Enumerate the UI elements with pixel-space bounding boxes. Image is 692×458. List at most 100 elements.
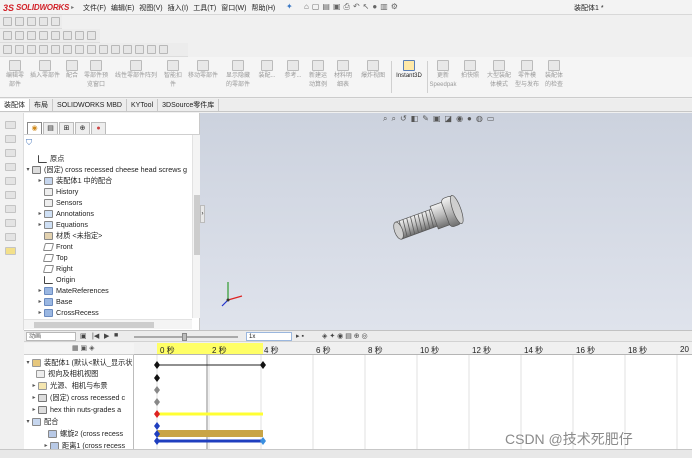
strip-icon[interactable] bbox=[5, 205, 16, 213]
open-icon[interactable]: ▤ bbox=[322, 2, 330, 12]
tree-item-top-plane[interactable]: Top bbox=[42, 252, 68, 263]
tree-item-material[interactable]: 材质 <未指定> bbox=[44, 230, 102, 241]
tree-item-origin-2[interactable]: Origin bbox=[44, 274, 75, 285]
toolbar-icon[interactable] bbox=[63, 31, 72, 40]
tree-item-matereferences[interactable]: ▸ MateReferences bbox=[36, 285, 108, 296]
menu-edit[interactable]: 编辑(E) bbox=[111, 3, 134, 13]
previous-view-icon[interactable]: ↺ bbox=[400, 114, 407, 124]
tree-vertical-scrollbar[interactable] bbox=[192, 135, 200, 318]
menu-help[interactable]: 帮助(H) bbox=[251, 3, 275, 13]
strip-icon[interactable] bbox=[5, 149, 16, 157]
edit-component-button[interactable]: 编辑零 部件 bbox=[3, 60, 27, 90]
time-ruler[interactable]: 0 秒 2 秒 4 秒 6 秒 8 秒 10 秒 12 秒 14 秒 16 秒 … bbox=[134, 343, 692, 355]
menu-view[interactable]: 视图(V) bbox=[139, 3, 162, 13]
zoom-area-icon[interactable]: ⌕ bbox=[391, 114, 395, 124]
tree-item-history[interactable]: History bbox=[44, 186, 78, 197]
tab-mbd[interactable]: SOLIDWORKS MBD bbox=[53, 99, 127, 111]
smart-fasteners-button[interactable]: 智能扣 件 bbox=[161, 60, 185, 90]
tab-layout[interactable]: 布局 bbox=[30, 99, 53, 111]
propertymanager-tab-icon[interactable]: ▤ bbox=[43, 122, 58, 134]
motion-item-nut[interactable]: ▸ hex thin nuts-grades a bbox=[30, 404, 121, 415]
tree-item-annotations[interactable]: ▸ Annotations bbox=[36, 208, 93, 219]
toolbar-icon[interactable] bbox=[111, 45, 120, 54]
toolbar-icon[interactable] bbox=[135, 45, 144, 54]
toolbar-icon[interactable] bbox=[15, 45, 24, 54]
section-view-icon[interactable]: ◧ bbox=[411, 114, 419, 124]
toolbar-icon[interactable] bbox=[63, 45, 72, 54]
tab-3dsource[interactable]: 3DSource零件库 bbox=[158, 99, 220, 111]
menu-tools[interactable]: 工具(T) bbox=[193, 3, 216, 13]
expand-icon[interactable]: ▾ bbox=[24, 418, 32, 425]
motion-item-mates[interactable]: ▾ 配合 bbox=[24, 416, 58, 427]
instant3d-button[interactable]: Instant3D bbox=[392, 60, 426, 81]
tree-item-mates[interactable]: ▸ 装配体1 中的配合 bbox=[36, 175, 112, 186]
motion-item-screw[interactable]: ▸ (固定) cross recessed c bbox=[30, 392, 125, 403]
toolbar-icon[interactable] bbox=[3, 31, 12, 40]
expand-icon[interactable]: ▸ bbox=[36, 298, 44, 305]
expand-icon[interactable]: ▸ bbox=[36, 210, 44, 217]
new-motion-study-button[interactable]: 新建运 动算例 bbox=[306, 60, 330, 90]
featuremanager-tab-icon[interactable]: ◉ bbox=[27, 122, 42, 134]
tree-item-equations[interactable]: ▸ Equations bbox=[36, 219, 87, 230]
expand-icon[interactable]: ▾ bbox=[24, 166, 32, 173]
view-settings-icon[interactable]: ▭ bbox=[487, 114, 495, 124]
filter-animated-icon[interactable]: ▦ ▣ ◈ bbox=[72, 344, 95, 352]
tab-kytool[interactable]: KYTool bbox=[127, 99, 159, 111]
toolbar-icon[interactable] bbox=[3, 45, 12, 54]
strip-icon[interactable] bbox=[5, 219, 16, 227]
stop-icon[interactable]: ■ bbox=[114, 332, 118, 339]
strip-icon[interactable] bbox=[5, 233, 16, 241]
tab-assembly[interactable]: 装配体 bbox=[0, 99, 30, 111]
configurationmanager-tab-icon[interactable]: ⊞ bbox=[59, 122, 74, 134]
toolbar-icon[interactable] bbox=[15, 17, 24, 26]
play-icon[interactable]: ▶ bbox=[104, 332, 109, 340]
toolbar-icon[interactable] bbox=[99, 45, 108, 54]
print-icon[interactable]: ⎙ bbox=[344, 2, 350, 12]
tree-item-right-plane[interactable]: Right bbox=[42, 263, 73, 274]
tree-item-sensors[interactable]: Sensors bbox=[44, 197, 82, 208]
expand-icon[interactable]: ▾ bbox=[24, 359, 32, 366]
linear-pattern-button[interactable]: 线性零部件阵列 bbox=[111, 60, 161, 81]
tree-horizontal-scrollbar[interactable] bbox=[24, 319, 192, 329]
filter-icon[interactable]: ⛉ bbox=[26, 138, 32, 148]
show-hidden-button[interactable]: 显示隐藏 的零部件 bbox=[221, 60, 255, 90]
display-manager-tab-icon[interactable]: ● bbox=[91, 122, 106, 134]
play-from-start-icon[interactable]: |◀ bbox=[92, 332, 99, 340]
calculate-icon[interactable]: ▣ bbox=[80, 332, 87, 340]
expand-icon[interactable]: ▸ bbox=[30, 406, 38, 413]
rebuild-icon[interactable]: ● bbox=[372, 2, 377, 12]
study-type-select[interactable]: 动画 bbox=[26, 332, 76, 341]
toolbar-icon[interactable] bbox=[27, 45, 36, 54]
motion-item-assembly[interactable]: ▾ 装配体1 (默认<默认_显示状 bbox=[24, 357, 132, 368]
view-orientation-icon[interactable]: ▣ bbox=[433, 114, 441, 124]
toolbar-icon[interactable] bbox=[147, 45, 156, 54]
dynamic-annotation-icon[interactable]: ✎ bbox=[422, 114, 429, 124]
part-model-publish-button[interactable]: 零件模 型与发布 bbox=[514, 60, 540, 90]
toolbar-icon[interactable] bbox=[39, 31, 48, 40]
preview-window-button[interactable]: 零部件预 览窗口 bbox=[81, 60, 111, 90]
toolbar-icon[interactable] bbox=[75, 45, 84, 54]
expand-icon[interactable]: ▸ bbox=[36, 287, 44, 294]
animation-wizard-icon[interactable]: ◈ ✦ ◉ ▤ ⊕ ◎ bbox=[322, 332, 368, 340]
toolbar-icon[interactable] bbox=[27, 31, 36, 40]
dimxpert-tab-icon[interactable]: ⊕ bbox=[75, 122, 90, 134]
strip-icon[interactable] bbox=[5, 247, 16, 255]
toolbar-icon[interactable] bbox=[123, 45, 132, 54]
strip-icon[interactable] bbox=[5, 191, 16, 199]
playback-speed-select[interactable]: 1x bbox=[246, 332, 292, 341]
motion-item-screw-mate[interactable]: 螺旋2 (cross recess bbox=[48, 428, 123, 439]
display-style-icon[interactable]: ◪ bbox=[445, 114, 453, 124]
expand-icon[interactable]: ▸ bbox=[30, 394, 38, 401]
assembly-check-button[interactable]: 装配体 的检查 bbox=[541, 60, 567, 90]
assembly-features-button[interactable]: 装配... bbox=[256, 60, 278, 81]
hide-show-icon[interactable]: ◉ bbox=[456, 114, 463, 124]
options-icon[interactable]: ⚙ bbox=[391, 2, 398, 12]
strip-icon[interactable] bbox=[5, 163, 16, 171]
file-props-icon[interactable]: ▥ bbox=[380, 2, 388, 12]
motion-item-view[interactable]: 视向及相机视图 bbox=[36, 368, 98, 379]
menu-window[interactable]: 窗口(W) bbox=[221, 3, 246, 13]
pin-icon[interactable]: ✦ bbox=[286, 2, 293, 11]
save-icon[interactable]: ▣ bbox=[333, 2, 341, 12]
tree-item-screw[interactable]: ▾ (固定) cross recessed cheese head screws … bbox=[24, 164, 187, 175]
select-icon[interactable]: ↖ bbox=[363, 2, 370, 12]
